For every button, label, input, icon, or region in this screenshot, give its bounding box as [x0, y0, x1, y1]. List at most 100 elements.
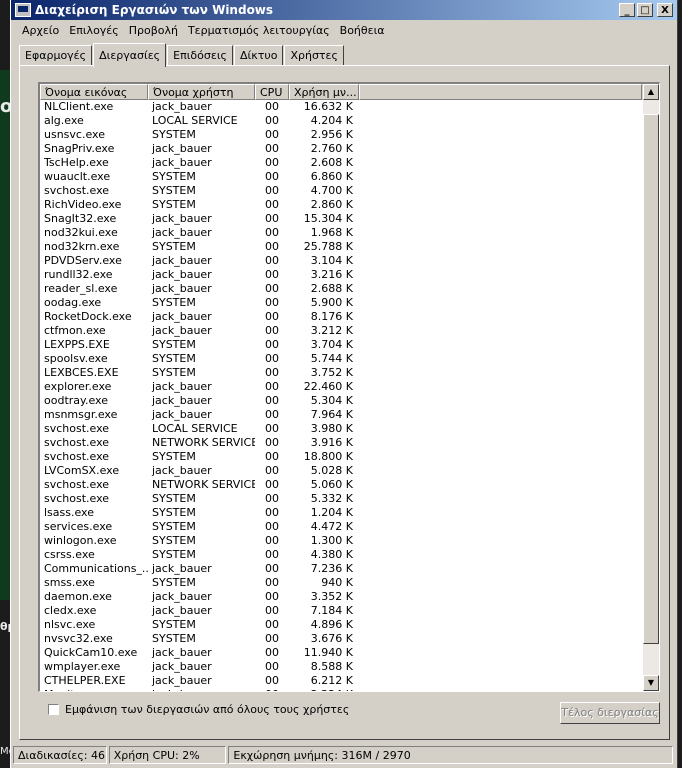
process-image-name: msnmsgr.exe — [44, 408, 118, 421]
process-memory: 4.380 K — [310, 548, 353, 561]
process-image-name: LVComSX.exe — [44, 464, 120, 477]
process-memory: 7.184 K — [310, 604, 353, 617]
process-cpu: 00 — [265, 282, 279, 295]
process-memory: 3.216 K — [310, 268, 353, 281]
menu-help[interactable]: Βοήθεια — [335, 24, 390, 37]
tab-performance[interactable]: Επιδόσεις — [167, 45, 233, 66]
table-row[interactable]: RocketDock.exe jack_bauer 00 8.176 K — [40, 310, 642, 324]
process-image-name: RichVideo.exe — [44, 198, 122, 211]
process-user-name: jack_bauer — [152, 100, 212, 113]
table-row[interactable]: TscHelp.exe jack_bauer 00 2.608 K — [40, 156, 642, 170]
maximize-button[interactable]: □ — [637, 3, 653, 17]
process-image-name: svchost.exe — [44, 436, 110, 449]
table-row[interactable]: reader_sl.exe jack_bauer 00 2.688 K — [40, 282, 642, 296]
table-row[interactable]: svchost.exe NETWORK SERVICE 00 5.060 K — [40, 478, 642, 492]
vertical-scrollbar[interactable]: ▲ ▼ — [643, 84, 659, 691]
process-user-name: jack_bauer — [152, 590, 212, 603]
table-row[interactable]: svchost.exe NETWORK SERVICE 00 3.916 K — [40, 436, 642, 450]
table-row[interactable]: cledx.exe jack_bauer 00 7.184 K — [40, 604, 642, 618]
scroll-thumb[interactable] — [643, 114, 659, 644]
table-row[interactable]: NLClient.exe jack_bauer 00 16.632 K — [40, 100, 642, 114]
process-cpu: 00 — [265, 184, 279, 197]
tab-applications[interactable]: Εφαρμογές — [19, 45, 93, 66]
process-image-name: QuickCam10.exe — [44, 646, 138, 659]
tab-users[interactable]: Χρήστες — [284, 45, 344, 66]
column-cpu[interactable]: CPU — [255, 84, 289, 100]
process-cpu: 00 — [265, 310, 279, 323]
process-memory: 3.104 K — [310, 254, 353, 267]
table-row[interactable]: oodag.exe SYSTEM 00 5.900 K — [40, 296, 642, 310]
process-image-name: SnagIt32.exe — [44, 212, 117, 225]
process-user-name: SYSTEM — [152, 296, 196, 309]
process-user-name: jack_bauer — [152, 282, 212, 295]
table-row[interactable]: nod32kui.exe jack_bauer 00 1.968 K — [40, 226, 642, 240]
table-row[interactable]: nlsvc.exe SYSTEM 00 4.896 K — [40, 618, 642, 632]
table-row[interactable]: svchost.exe SYSTEM 00 18.800 K — [40, 450, 642, 464]
table-row[interactable]: csrss.exe SYSTEM 00 4.380 K — [40, 548, 642, 562]
process-user-name: SYSTEM — [152, 338, 196, 351]
menu-options[interactable]: Επιλογές — [64, 24, 123, 37]
table-row[interactable]: services.exe SYSTEM 00 4.472 K — [40, 520, 642, 534]
table-row[interactable]: nvsvc32.exe SYSTEM 00 3.676 K — [40, 632, 642, 646]
table-row[interactable]: QuickCam10.exe jack_bauer 00 11.940 K — [40, 646, 642, 660]
process-user-name: jack_bauer — [152, 254, 212, 267]
table-row[interactable]: rundll32.exe jack_bauer 00 3.216 K — [40, 268, 642, 282]
table-row[interactable]: LVComSX.exe jack_bauer 00 5.028 K — [40, 464, 642, 478]
table-row[interactable]: explorer.exe jack_bauer 00 22.460 K — [40, 380, 642, 394]
menu-view[interactable]: Προβολή — [124, 24, 183, 37]
process-memory: 11.940 K — [303, 646, 353, 659]
process-cpu: 00 — [265, 170, 279, 183]
menu-file[interactable]: Αρχείο — [17, 24, 64, 37]
table-row[interactable]: ctfmon.exe jack_bauer 00 3.212 K — [40, 324, 642, 338]
process-memory: 6.860 K — [310, 170, 353, 183]
show-all-users-option[interactable]: Εμφάνιση των διεργασιών από όλους τους χ… — [48, 703, 349, 716]
process-cpu: 00 — [265, 492, 279, 505]
table-row[interactable]: SnagPriv.exe jack_bauer 00 2.760 K — [40, 142, 642, 156]
column-user-name[interactable]: Όνομα χρήστη — [148, 84, 255, 100]
table-row[interactable]: svchost.exe SYSTEM 00 5.332 K — [40, 492, 642, 506]
process-list[interactable]: Όνομα εικόνας Όνομα χρήστη CPU Χρήση μν.… — [38, 82, 660, 692]
column-memory[interactable]: Χρήση μν... — [289, 84, 359, 100]
table-row[interactable]: oodtray.exe jack_bauer 00 5.304 K — [40, 394, 642, 408]
table-row[interactable]: lsass.exe SYSTEM 00 1.204 K — [40, 506, 642, 520]
scroll-down-icon[interactable]: ▼ — [643, 675, 659, 691]
table-row[interactable]: wuauclt.exe SYSTEM 00 6.860 K — [40, 170, 642, 184]
tab-networking[interactable]: Δίκτυο — [234, 45, 284, 66]
table-row[interactable]: daemon.exe jack_bauer 00 3.352 K — [40, 590, 642, 604]
tab-processes[interactable]: Διεργασίες — [93, 43, 167, 67]
table-row[interactable]: LEXPPS.EXE SYSTEM 00 3.704 K — [40, 338, 642, 352]
table-row[interactable]: msnmsgr.exe jack_bauer 00 7.964 K — [40, 408, 642, 422]
scroll-up-icon[interactable]: ▲ — [643, 84, 659, 100]
minimize-button[interactable]: _ — [619, 3, 635, 17]
table-row[interactable]: LEXBCES.EXE SYSTEM 00 3.752 K — [40, 366, 642, 380]
column-image-name[interactable]: Όνομα εικόνας — [40, 84, 148, 100]
table-row[interactable]: svchost.exe SYSTEM 00 4.700 K — [40, 184, 642, 198]
status-processes: Διαδικασίες: 46 — [13, 746, 107, 764]
table-row[interactable]: Communications_... jack_bauer 00 7.236 K — [40, 562, 642, 576]
table-row[interactable]: nod32krn.exe SYSTEM 00 25.788 K — [40, 240, 642, 254]
table-row[interactable]: RichVideo.exe SYSTEM 00 2.860 K — [40, 198, 642, 212]
table-row[interactable]: CTHELPER.EXE jack_bauer 00 6.212 K — [40, 674, 642, 688]
table-row[interactable]: Monitor.exejack_bauer002.224 K — [40, 688, 642, 691]
table-row[interactable]: SnagIt32.exe jack_bauer 00 15.304 K — [40, 212, 642, 226]
process-cpu: 00 — [265, 142, 279, 155]
table-row[interactable]: usnsvc.exe SYSTEM 00 2.956 K — [40, 128, 642, 142]
status-memory: Εκχώρηση μνήμης: 316M / 2970 — [228, 746, 673, 764]
table-row[interactable]: smss.exe SYSTEM 00 940 K — [40, 576, 642, 590]
process-cpu: 00 — [265, 212, 279, 225]
end-process-button[interactable]: Τέλος διεργασίας — [560, 702, 660, 724]
process-cpu: 00 — [265, 436, 279, 449]
show-all-users-checkbox[interactable] — [48, 704, 59, 715]
process-cpu: 00 — [265, 590, 279, 603]
table-row[interactable]: alg.exe LOCAL SERVICE 00 4.204 K — [40, 114, 642, 128]
table-row[interactable]: PDVDServ.exe jack_bauer 00 3.104 K — [40, 254, 642, 268]
close-button[interactable]: X — [657, 3, 673, 17]
table-row[interactable]: svchost.exe LOCAL SERVICE 00 3.980 K — [40, 422, 642, 436]
table-row[interactable]: wmplayer.exe jack_bauer 00 8.588 K — [40, 660, 642, 674]
table-row[interactable]: winlogon.exe SYSTEM 00 1.300 K — [40, 534, 642, 548]
title-bar[interactable]: Διαχείριση Εργασιών των Windows _ □ X — [11, 0, 677, 20]
process-image-name: nod32kui.exe — [44, 226, 118, 239]
menu-shutdown[interactable]: Τερματισμός λειτουργίας — [183, 24, 335, 37]
table-row[interactable]: spoolsv.exe SYSTEM 00 5.744 K — [40, 352, 642, 366]
process-image-name: SnagPriv.exe — [44, 142, 115, 155]
